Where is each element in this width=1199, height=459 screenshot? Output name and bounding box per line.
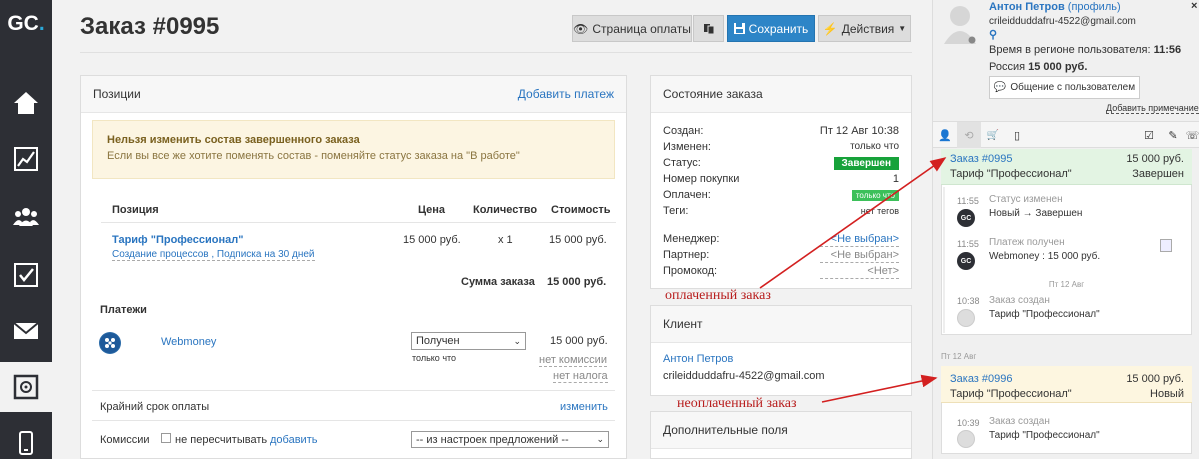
- annotation-paid: оплаченный заказ: [665, 288, 771, 303]
- annotation-unpaid: неоплаченный заказ: [677, 396, 797, 411]
- arrow-to-paid-order: [759, 157, 947, 289]
- arrow-to-unpaid-order: [821, 374, 938, 403]
- annotation-arrows: [759, 157, 947, 403]
